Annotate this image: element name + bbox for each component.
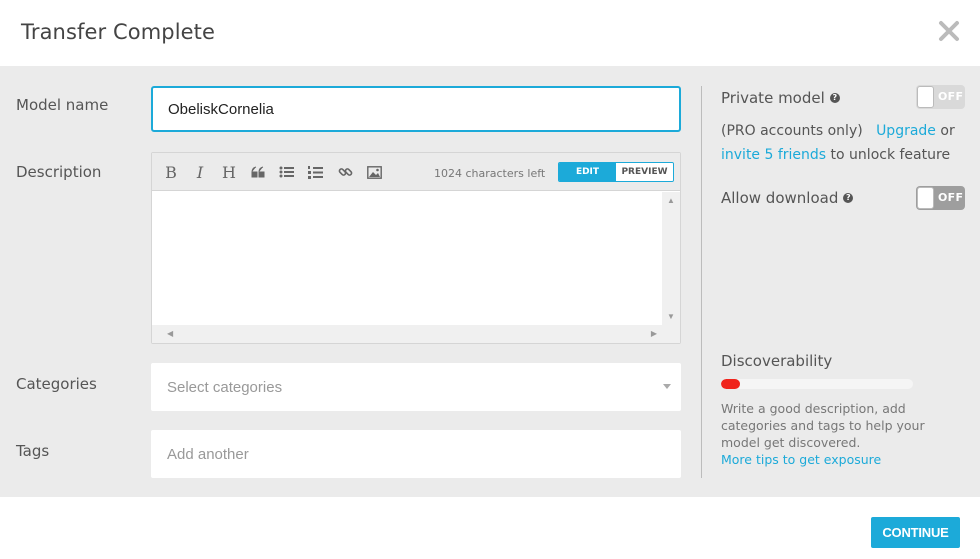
description-textarea[interactable] bbox=[152, 192, 662, 326]
categories-label: Categories bbox=[16, 375, 97, 393]
or-text: or bbox=[940, 123, 955, 139]
tags-input[interactable] bbox=[151, 430, 681, 478]
tips-link[interactable]: More tips to get exposure bbox=[721, 452, 881, 467]
dialog-title: Transfer Complete bbox=[21, 20, 216, 44]
bold-icon[interactable]: B bbox=[162, 163, 180, 182]
vertical-scrollbar[interactable]: ▲ ▼ bbox=[662, 192, 680, 326]
unlock-text: to unlock feature bbox=[830, 147, 951, 163]
private-model-text: Private model bbox=[721, 89, 825, 107]
dialog-header: Transfer Complete bbox=[0, 0, 980, 66]
discoverability-help: Write a good description, add categories… bbox=[721, 400, 931, 468]
toggle-knob bbox=[917, 187, 934, 209]
scroll-right-icon[interactable]: ▶ bbox=[651, 330, 657, 338]
help-icon[interactable]: ? bbox=[829, 93, 840, 103]
help-icon[interactable]: ? bbox=[843, 193, 854, 203]
edit-preview-switch: EDIT PREVIEW bbox=[558, 162, 674, 182]
italic-icon[interactable]: I bbox=[191, 163, 209, 182]
bullet-list-icon[interactable] bbox=[278, 164, 296, 180]
scroll-down-icon[interactable]: ▼ bbox=[667, 313, 675, 321]
model-name-input[interactable] bbox=[151, 86, 681, 132]
discoverability-fill bbox=[721, 379, 741, 389]
close-icon[interactable] bbox=[938, 20, 960, 42]
toggle-state: OFF bbox=[938, 90, 964, 103]
quote-icon[interactable] bbox=[249, 164, 267, 180]
vertical-divider bbox=[701, 86, 702, 478]
categories-select[interactable]: Select categories bbox=[151, 363, 681, 411]
toggle-state: OFF bbox=[938, 191, 964, 204]
pro-text: (PRO accounts only) bbox=[721, 123, 863, 139]
upgrade-link[interactable]: Upgrade bbox=[876, 123, 936, 139]
heading-icon[interactable]: H bbox=[220, 163, 238, 182]
description-label: Description bbox=[16, 163, 102, 181]
scroll-left-icon[interactable]: ◀ bbox=[167, 330, 173, 338]
allow-download-toggle[interactable]: OFF bbox=[916, 186, 965, 210]
preview-tab[interactable]: PREVIEW bbox=[616, 163, 673, 181]
tags-label: Tags bbox=[16, 442, 50, 460]
allow-download-label: Allow download ? bbox=[721, 189, 854, 207]
discoverability-bar bbox=[721, 379, 913, 389]
categories-placeholder: Select categories bbox=[167, 379, 283, 396]
continue-button[interactable]: CONTINUE bbox=[871, 517, 960, 548]
description-editor: B I H 1024 characters left EDIT PREVIEW bbox=[151, 152, 681, 344]
discoverability-text: Write a good description, add categories… bbox=[721, 401, 925, 450]
discoverability-label: Discoverability bbox=[721, 352, 833, 370]
image-icon[interactable] bbox=[365, 164, 383, 180]
model-name-label: Model name bbox=[16, 96, 109, 114]
invite-friends-link[interactable]: invite 5 friends bbox=[721, 147, 826, 163]
dialog-footer: CONTINUE bbox=[0, 497, 980, 559]
private-model-toggle[interactable]: OFF bbox=[916, 85, 965, 109]
horizontal-scrollbar[interactable]: ◀ ▶ bbox=[152, 325, 662, 343]
pro-notice: (PRO accounts only) Upgrade or invite 5 … bbox=[721, 119, 961, 167]
scroll-corner bbox=[662, 325, 680, 343]
chars-left: 1024 characters left bbox=[434, 167, 546, 180]
editor-toolbar: B I H 1024 characters left EDIT PREVIEW bbox=[152, 153, 680, 191]
scroll-up-icon[interactable]: ▲ bbox=[667, 197, 675, 205]
numbered-list-icon[interactable] bbox=[307, 164, 325, 180]
allow-download-text: Allow download bbox=[721, 189, 839, 207]
link-icon[interactable] bbox=[336, 164, 354, 180]
dialog-body: Model name Description B I H 1024 charac… bbox=[0, 66, 980, 497]
private-model-label: Private model ? bbox=[721, 89, 840, 107]
chevron-down-icon bbox=[663, 384, 671, 389]
edit-tab[interactable]: EDIT bbox=[559, 163, 616, 181]
toggle-knob bbox=[917, 86, 934, 108]
